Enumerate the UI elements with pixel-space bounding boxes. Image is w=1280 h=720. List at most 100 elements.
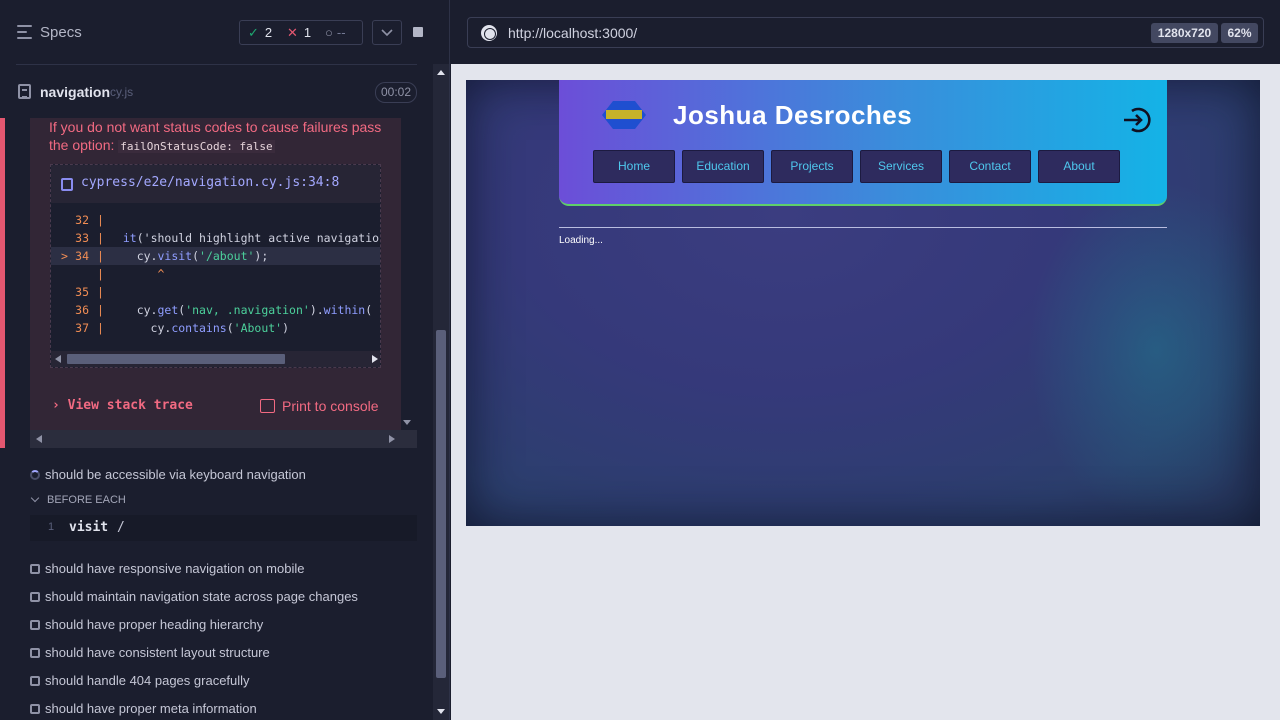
code-line: | ^ bbox=[51, 265, 380, 283]
pending-square-icon bbox=[30, 704, 40, 714]
test-stats: ✓ 2 ✕ 1 ○ -- bbox=[239, 20, 363, 45]
scroll-left-icon[interactable] bbox=[55, 355, 61, 363]
nav-link-home[interactable]: Home bbox=[593, 150, 675, 183]
code-frame: cypress/e2e/navigation.cy.js:34:8 32 | 33 |… bbox=[50, 164, 381, 368]
line-number: 33 bbox=[75, 231, 89, 245]
site-header: Joshua Desroches Home Education Projects Se… bbox=[559, 80, 1167, 206]
passed-stat: ✓ 2 bbox=[248, 25, 272, 41]
pending-test-row[interactable]: should have consistent layout structure bbox=[30, 643, 420, 663]
line-gutter: | bbox=[97, 285, 104, 299]
running-test-label: should be accessible via keyboard naviga… bbox=[45, 467, 306, 482]
header-rule bbox=[559, 227, 1167, 228]
scroll-right-icon[interactable] bbox=[372, 355, 378, 363]
code-line: >34 | cy.visit('/about'); bbox=[51, 247, 380, 265]
line-number: 34 bbox=[75, 249, 89, 263]
scroll-left-icon[interactable] bbox=[36, 435, 42, 443]
line-code: cy.contains('About') bbox=[109, 321, 290, 335]
pending-test-row[interactable]: should maintain navigation state across … bbox=[30, 587, 420, 607]
test-title: should have proper meta information bbox=[45, 701, 257, 716]
test-title: should have responsive navigation on mob… bbox=[45, 561, 305, 576]
line-gutter: | bbox=[97, 231, 104, 245]
url-text[interactable]: http://localhost:3000/ bbox=[508, 25, 637, 41]
pending-count: -- bbox=[336, 25, 346, 40]
code-frame-file[interactable]: cypress/e2e/navigation.cy.js:34:8 bbox=[81, 175, 339, 190]
spec-file-name: navigation bbox=[40, 84, 111, 100]
scroll-down-icon[interactable] bbox=[437, 709, 445, 714]
view-stack-trace-button[interactable]: › View stack trace bbox=[52, 398, 193, 413]
scroll-thumb[interactable] bbox=[436, 330, 446, 678]
scroll-up-icon[interactable] bbox=[437, 70, 445, 75]
pending-square-icon bbox=[30, 676, 40, 686]
viewport-size-badge[interactable]: 1280x720 bbox=[1151, 23, 1218, 43]
login-icon[interactable] bbox=[1122, 107, 1152, 133]
dropdown-button[interactable] bbox=[372, 20, 402, 45]
file-icon bbox=[61, 178, 73, 191]
error-actions: › View stack trace Print to console bbox=[50, 396, 381, 418]
before-each-label[interactable]: BEFORE EACH bbox=[47, 494, 126, 506]
spinner-icon: ○ bbox=[325, 25, 333, 40]
code-line: 32 | bbox=[51, 211, 380, 229]
nav-link-education[interactable]: Education bbox=[682, 150, 764, 183]
line-gutter: | bbox=[97, 213, 104, 227]
line-number: 37 bbox=[75, 321, 89, 335]
error-hscrollbar[interactable] bbox=[30, 430, 401, 448]
test-title: should have proper heading hierarchy bbox=[45, 617, 264, 632]
scroll-down-icon[interactable] bbox=[403, 420, 411, 425]
x-icon: ✕ bbox=[287, 25, 298, 40]
pending-test-row[interactable]: should have proper heading hierarchy bbox=[30, 615, 420, 635]
pending-square-icon bbox=[30, 648, 40, 658]
chevron-down-icon bbox=[381, 29, 393, 37]
runner-vscrollbar[interactable] bbox=[433, 64, 449, 720]
running-spinner-icon bbox=[30, 470, 40, 480]
line-code: it('should highlight active navigation bbox=[122, 231, 381, 245]
code-line: 36 | cy.get('nav, .navigation').within( bbox=[51, 301, 380, 319]
line-gutter: | bbox=[97, 249, 104, 263]
specs-menu-icon[interactable] bbox=[17, 25, 32, 39]
code-lines: 32 | 33 | it('should highlight active navig… bbox=[51, 211, 381, 337]
pending-square-icon bbox=[30, 620, 40, 630]
failed-stat: ✕ 1 bbox=[287, 25, 311, 41]
test-title: should handle 404 pages gracefully bbox=[45, 673, 250, 688]
spec-file-ext: cy.js bbox=[110, 85, 134, 99]
code-line: 37 | cy.contains('About') bbox=[51, 319, 380, 337]
nav-link-services[interactable]: Services bbox=[860, 150, 942, 183]
site-title: Joshua Desroches bbox=[673, 100, 913, 130]
duration-badge: 00:02 bbox=[375, 82, 417, 103]
check-icon: ✓ bbox=[248, 25, 259, 40]
pending-test-row[interactable]: should have responsive navigation on mob… bbox=[30, 559, 420, 579]
zoom-badge[interactable]: 62% bbox=[1221, 23, 1258, 43]
command-arg: / bbox=[117, 520, 125, 535]
header-divider bbox=[16, 64, 417, 65]
pending-test-row[interactable]: should have proper meta information bbox=[30, 699, 420, 719]
specs-label[interactable]: Specs bbox=[40, 24, 82, 41]
running-test-row[interactable]: should be accessible via keyboard naviga… bbox=[30, 465, 420, 485]
scroll-thumb[interactable] bbox=[67, 354, 285, 364]
loading-text: Loading... bbox=[559, 235, 603, 246]
code-line: 35 | bbox=[51, 283, 380, 301]
line-code: cy.get('nav, .navigation').within( bbox=[109, 303, 373, 317]
command-name: visit bbox=[69, 520, 109, 535]
test-title: should maintain navigation state across … bbox=[45, 589, 358, 604]
document-icon bbox=[18, 84, 31, 99]
nav-link-contact[interactable]: Contact bbox=[949, 150, 1031, 183]
chevron-down-icon[interactable] bbox=[30, 493, 40, 503]
nav-link-about[interactable]: About bbox=[1038, 150, 1120, 183]
pending-stat: ○ -- bbox=[325, 25, 346, 40]
print-to-console-button[interactable]: Print to console bbox=[282, 398, 379, 414]
pending-square-icon bbox=[30, 564, 40, 574]
nav-link-projects[interactable]: Projects bbox=[771, 150, 853, 183]
url-bar[interactable]: http://localhost:3000/ 1280x720 62% bbox=[467, 17, 1264, 48]
stop-button[interactable] bbox=[404, 20, 434, 45]
stop-icon bbox=[413, 27, 423, 37]
runner-header: Specs ✓ 2 ✕ 1 ○ -- bbox=[0, 0, 449, 64]
aut-panel: http://localhost:3000/ 1280x720 62% Josh… bbox=[451, 0, 1280, 720]
view-stack-trace-label: View stack trace bbox=[67, 398, 193, 413]
passed-count: 2 bbox=[264, 25, 273, 40]
code-frame-header[interactable]: cypress/e2e/navigation.cy.js:34:8 bbox=[51, 165, 380, 203]
spec-file-row[interactable]: navigation cy.js 00:02 bbox=[0, 78, 430, 108]
site-logo[interactable] bbox=[602, 101, 646, 129]
code-hscrollbar[interactable] bbox=[51, 351, 380, 367]
command-row[interactable]: 1 visit / bbox=[30, 515, 417, 541]
pending-test-row[interactable]: should handle 404 pages gracefully bbox=[30, 671, 420, 691]
scroll-right-icon[interactable] bbox=[389, 435, 395, 443]
